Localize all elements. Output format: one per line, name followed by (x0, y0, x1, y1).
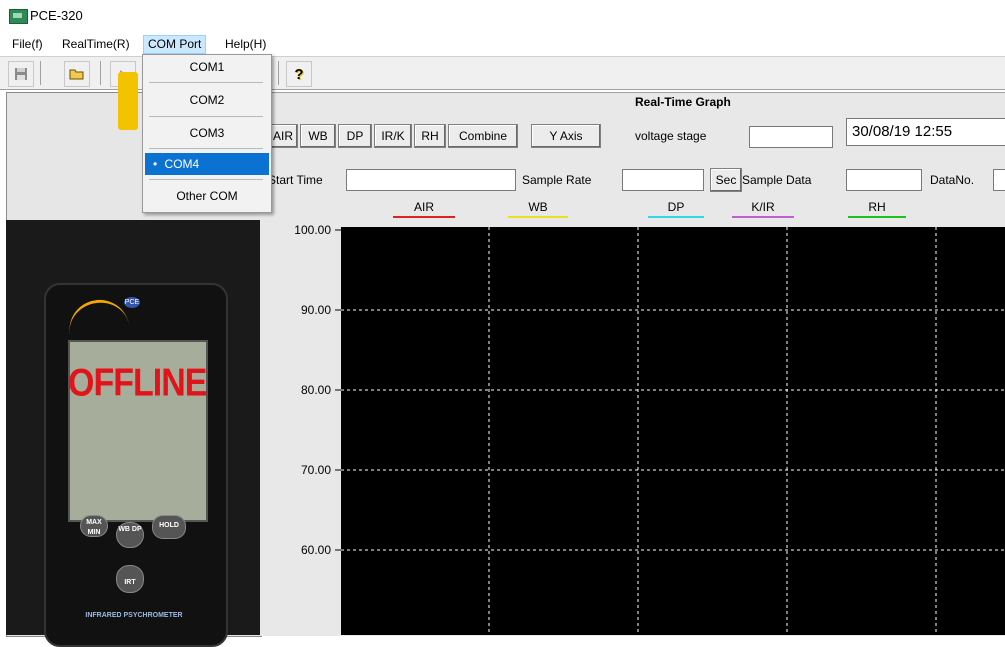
y-tick-label: 80.00 (301, 383, 331, 397)
menu-separator (149, 179, 263, 180)
sample-data-field[interactable] (846, 169, 922, 191)
irk-button[interactable]: IR/K (374, 124, 412, 148)
toolbar-separator (100, 61, 101, 85)
brand-logo: PCE (124, 297, 140, 308)
y-axis-button[interactable]: Y Axis (531, 124, 601, 148)
question-icon: ? (294, 65, 304, 83)
selected-bullet-icon: • (153, 157, 158, 171)
legend-kir: K/IR (732, 200, 794, 218)
menu-separator (149, 116, 263, 117)
combine-button[interactable]: Combine (448, 124, 518, 148)
graph-title: Real-Time Graph (635, 95, 731, 109)
legend-wb: WB (508, 200, 568, 218)
menu-item-com4[interactable]: • COM4 (145, 153, 269, 175)
menu-file[interactable]: File(f) (8, 36, 47, 53)
device-probe (118, 72, 138, 130)
dp-button[interactable]: DP (338, 124, 372, 148)
plot-area (341, 227, 1005, 635)
datetime-display: 30/08/19 12:55 (846, 118, 1005, 146)
title-bar: PCE-320 (0, 0, 1005, 30)
legend-air-label: AIR (413, 200, 434, 214)
legend-rh: RH (848, 200, 906, 218)
wb-button[interactable]: WB (300, 124, 336, 148)
legend-kir-label: K/IR (751, 200, 775, 214)
y-tick-label: 70.00 (301, 463, 331, 477)
menu-help[interactable]: Help(H) (221, 36, 270, 53)
help-button[interactable]: ? (286, 61, 312, 87)
datano-field[interactable] (993, 169, 1005, 191)
toolbar-separator (278, 61, 279, 85)
y-tick-label: 100.00 (294, 223, 331, 237)
voltage-stage-field[interactable] (749, 126, 833, 148)
y-tick-label: 60.00 (301, 543, 331, 557)
voltage-stage-label: voltage stage (635, 129, 707, 143)
rh-button[interactable]: RH (414, 124, 446, 148)
realtime-chart: 100.00 90.00 80.00 70.00 60.00 (294, 223, 1005, 635)
y-tick-label: 90.00 (301, 303, 331, 317)
sec-button[interactable]: Sec (710, 168, 742, 192)
window-title: PCE-320 (30, 8, 83, 23)
legend-air: AIR (393, 200, 455, 218)
datano-label: DataNo. (930, 173, 975, 187)
menu-separator (149, 148, 263, 149)
device-model-label: INFRARED PSYCHROMETER (85, 612, 183, 619)
start-time-field[interactable] (346, 169, 516, 191)
legend-kir-swatch (732, 216, 794, 218)
legend-wb-swatch (508, 216, 568, 218)
app-icon (9, 9, 28, 24)
sample-rate-field[interactable] (622, 169, 704, 191)
menu-item-other-com[interactable]: Other COM (145, 185, 269, 207)
lcd-offline-text: OFFLINE (68, 361, 207, 405)
start-time-label: Start Time (268, 173, 323, 187)
legend-air-swatch (393, 216, 455, 218)
max-min-button: MAX MIN (80, 515, 108, 537)
menu-realtime[interactable]: RealTime(R) (58, 36, 134, 53)
wb-dp-button: WB DP (116, 522, 144, 548)
sample-rate-label: Sample Rate (522, 173, 592, 187)
menu-item-com1[interactable]: COM1 (145, 56, 269, 78)
sample-data-label: Sample Data (742, 173, 812, 187)
toolbar-separator (40, 61, 41, 85)
save-icon (15, 68, 27, 80)
air-button[interactable]: AIR (268, 124, 298, 148)
legend-rh-label: RH (868, 200, 886, 214)
open-button[interactable] (64, 61, 90, 87)
legend-wb-label: WB (528, 200, 548, 214)
menu-separator (149, 82, 263, 83)
irt-button: IRT (116, 565, 144, 593)
save-button[interactable] (8, 61, 34, 87)
legend-dp-label: DP (667, 200, 685, 214)
com-port-dropdown: COM1 COM2 COM3 • COM4 Other COM (142, 54, 272, 213)
menu-item-com3[interactable]: COM3 (145, 122, 269, 144)
legend-rh-swatch (848, 216, 906, 218)
folder-open-icon (69, 69, 84, 80)
legend-dp: DP (648, 200, 704, 218)
menu-item-com2[interactable]: COM2 (145, 89, 269, 111)
menu-com-port[interactable]: COM Port (143, 35, 207, 54)
hold-button: HOLD (152, 515, 186, 539)
menu-item-com4-label: COM4 (164, 157, 200, 171)
menu-bar: File(f) RealTime(R) COM Port Help(H) (0, 34, 1005, 54)
legend-dp-swatch (648, 216, 704, 218)
